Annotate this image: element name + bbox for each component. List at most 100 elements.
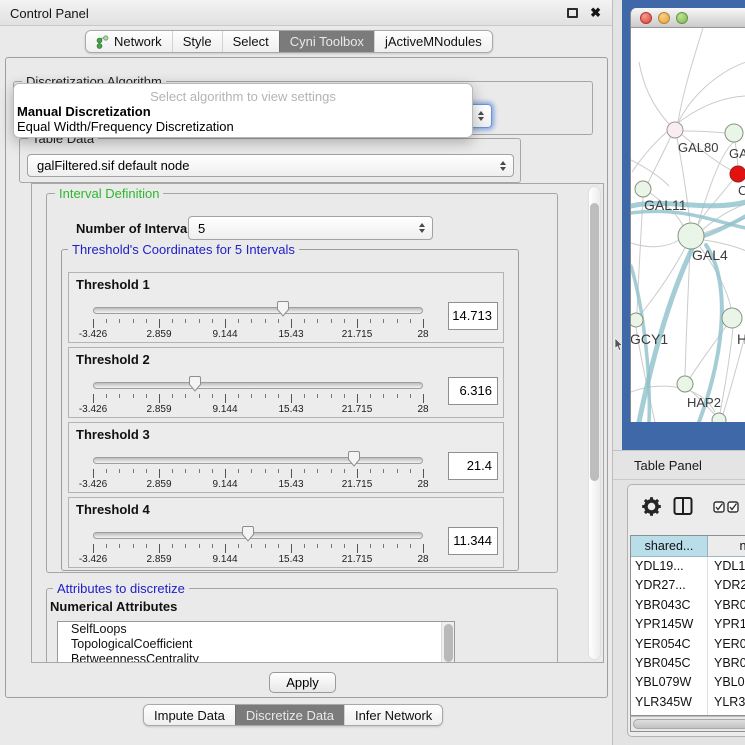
table-header-cell-name[interactable]: na bbox=[708, 536, 745, 556]
network-canvas[interactable]: GAL80GACYGAL11GAL4GCY1HHAP2 bbox=[631, 28, 745, 422]
traffic-light-zoom-icon[interactable] bbox=[676, 12, 688, 24]
network-view-panel[interactable]: GAL80GACYGAL11GAL4GCY1HHAP2 bbox=[622, 0, 745, 450]
slider-tick-label: 2.859 bbox=[146, 404, 171, 415]
settings-vertical-scrollbar[interactable] bbox=[588, 186, 601, 660]
attribute-list-item[interactable]: SelfLoops bbox=[58, 622, 454, 637]
tab-cyni-toolbox[interactable]: Cyni Toolbox bbox=[279, 31, 374, 52]
number-of-intervals-spinner[interactable]: 5 bbox=[188, 216, 433, 240]
slider-track[interactable] bbox=[93, 457, 423, 464]
network-node-edge-clipped[interactable] bbox=[712, 413, 726, 422]
table-cell-name[interactable]: YBR0 bbox=[708, 596, 745, 615]
slider-thumb[interactable] bbox=[241, 525, 255, 543]
network-node-gal11[interactable] bbox=[635, 181, 651, 197]
slider-tick bbox=[397, 544, 398, 548]
table-header-cell-shared-name[interactable]: shared... bbox=[631, 536, 708, 556]
table-cell-name[interactable]: YDR2 bbox=[708, 576, 745, 595]
table-cell-name[interactable]: YDL1 bbox=[708, 557, 745, 576]
table-row[interactable]: YBR045CYBR0 bbox=[631, 654, 745, 673]
table-row[interactable]: YBR043CYBR0 bbox=[631, 596, 745, 615]
table-cell-name[interactable]: YLR3 bbox=[708, 693, 745, 712]
slider-tick-label: -3.426 bbox=[79, 479, 107, 490]
tab-jactivemnodules[interactable]: jActiveMNodules bbox=[374, 31, 492, 52]
close-icon[interactable]: ✖ bbox=[590, 5, 601, 21]
column-split-icon[interactable] bbox=[673, 496, 693, 516]
table-cell-name[interactable]: YPR1 bbox=[708, 615, 745, 634]
algorithm-option-manual-discretization[interactable]: Manual Discretization bbox=[17, 104, 151, 119]
node-table[interactable]: shared... na YDL19...YDL1YDR27...YDR2YBR… bbox=[630, 535, 745, 716]
network-node-gcy1[interactable] bbox=[631, 313, 643, 327]
slider-tick bbox=[172, 469, 173, 473]
table-cell-shared-name[interactable]: YLR345W bbox=[631, 693, 708, 712]
table-data-value: galFiltered.sif default node bbox=[37, 158, 189, 173]
interval-definition-group: Interval Definition Number of Intervals … bbox=[46, 193, 558, 573]
network-node-gal4[interactable] bbox=[678, 223, 704, 249]
node-label: GAL11 bbox=[644, 197, 687, 213]
tab-impute-data[interactable]: Impute Data bbox=[144, 705, 235, 725]
table-row[interactable]: YLR345WYLR3 bbox=[631, 693, 745, 712]
table-cell-shared-name[interactable]: YBR043C bbox=[631, 596, 708, 615]
apply-button[interactable]: Apply bbox=[269, 672, 336, 693]
table-cell-shared-name[interactable]: YBL079W bbox=[631, 673, 708, 692]
slider-tick bbox=[331, 469, 332, 473]
slider-thumb[interactable] bbox=[188, 375, 202, 393]
tab-style[interactable]: Style bbox=[172, 31, 222, 52]
checkbox-checked-icon[interactable] bbox=[727, 501, 739, 513]
tab-infer-network[interactable]: Infer Network bbox=[344, 705, 442, 725]
tab-network[interactable]: Network bbox=[86, 31, 172, 52]
slider-thumb[interactable] bbox=[276, 300, 290, 318]
checkbox-checked-icon[interactable] bbox=[713, 501, 725, 513]
table-cell-name[interactable]: YBL0 bbox=[708, 673, 745, 692]
table-cell-shared-name[interactable]: YPR145W bbox=[631, 615, 708, 634]
slider-tick bbox=[106, 394, 107, 398]
list-scrollbar[interactable] bbox=[441, 622, 454, 663]
tab-label: Style bbox=[183, 34, 212, 49]
table-cell-shared-name[interactable]: YBR045C bbox=[631, 654, 708, 673]
slider-tick bbox=[278, 544, 279, 548]
float-window-icon[interactable] bbox=[567, 8, 578, 18]
slider-thumb[interactable] bbox=[347, 450, 361, 468]
table-cell-shared-name[interactable]: YER054C bbox=[631, 635, 708, 654]
table-row[interactable]: YDL19...YDL1 bbox=[631, 557, 745, 576]
table-row[interactable]: YBL079WYBL0 bbox=[631, 673, 745, 692]
attributes-list[interactable]: SelfLoopsTopologicalCoefficientBetweenne… bbox=[57, 621, 455, 663]
slider-tick bbox=[344, 394, 345, 398]
table-horizontal-scrollbar[interactable] bbox=[630, 716, 745, 732]
slider-tick bbox=[106, 469, 107, 473]
attribute-list-item[interactable]: TopologicalCoefficient bbox=[58, 637, 454, 652]
threshold-value-input[interactable]: 11.344 bbox=[448, 527, 498, 555]
tab-discretize-data[interactable]: Discretize Data bbox=[235, 705, 344, 725]
scrollbar-thumb[interactable] bbox=[590, 203, 599, 481]
threshold-value-input[interactable]: 14.713 bbox=[448, 302, 498, 330]
interval-definition-label: Interval Definition bbox=[55, 186, 163, 202]
threshold-value-input[interactable]: 21.4 bbox=[448, 452, 498, 480]
table-cell-shared-name[interactable]: YDR27... bbox=[631, 576, 708, 595]
network-node-gal80[interactable] bbox=[667, 122, 683, 138]
table-row[interactable]: YPR145WYPR1 bbox=[631, 615, 745, 634]
network-window-titlebar bbox=[631, 8, 745, 28]
table-data-combobox[interactable]: galFiltered.sif default node bbox=[27, 154, 514, 177]
tab-select[interactable]: Select bbox=[222, 31, 279, 52]
attribute-list-item[interactable]: BetweennessCentrality bbox=[58, 652, 454, 663]
algorithm-option-equal-width-frequency-discretization[interactable]: Equal Width/Frequency Discretization bbox=[17, 119, 234, 134]
traffic-light-close-icon[interactable] bbox=[640, 12, 652, 24]
slider-tick-label: 21.715 bbox=[342, 404, 373, 415]
slider-tick bbox=[397, 469, 398, 473]
network-node-ga[interactable] bbox=[725, 124, 743, 142]
network-node-hap2[interactable] bbox=[677, 376, 693, 392]
tab-label: Impute Data bbox=[154, 708, 225, 723]
slider-tick-label: 15.43 bbox=[278, 329, 303, 340]
network-node-h[interactable] bbox=[722, 308, 742, 328]
slider-track[interactable] bbox=[93, 382, 423, 389]
table-cell-shared-name[interactable]: YDL19... bbox=[631, 557, 708, 576]
table-row[interactable]: YER054CYER0 bbox=[631, 635, 745, 654]
table-row[interactable]: YDR27...YDR2 bbox=[631, 576, 745, 595]
settings-gear-icon[interactable] bbox=[642, 497, 661, 516]
threshold-value-input[interactable]: 6.316 bbox=[448, 377, 498, 405]
table-cell-name[interactable]: YBR0 bbox=[708, 654, 745, 673]
scrollbar-thumb[interactable] bbox=[633, 719, 745, 729]
network-node-cy[interactable] bbox=[730, 166, 745, 182]
slider-track[interactable] bbox=[93, 307, 423, 314]
traffic-light-minimize-icon[interactable] bbox=[658, 12, 670, 24]
table-cell-name[interactable]: YER0 bbox=[708, 635, 745, 654]
slider-track[interactable] bbox=[93, 532, 423, 539]
